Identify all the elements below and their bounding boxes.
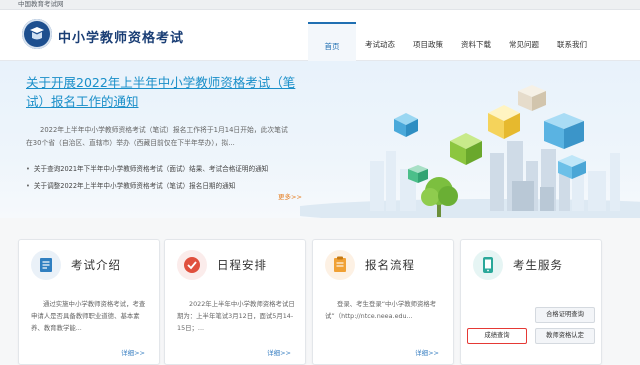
card-title[interactable]: 报名流程	[365, 257, 415, 273]
teacher-certification-button[interactable]: 教师资格认定	[535, 328, 595, 344]
card-more-link[interactable]: 详细>>	[121, 347, 145, 357]
phone-icon	[473, 250, 503, 280]
news-link[interactable]: 关于调整2022年上半年中小学教师资格考试（笔试）报名日期的通知	[26, 178, 298, 195]
card-body: 2022年上半年中小学教师资格考试日期为：上半年笔试3月12日，面试5月14-1…	[177, 300, 295, 332]
city-illustration	[300, 85, 640, 218]
card-title[interactable]: 考生服务	[513, 257, 563, 273]
hero-headline-link[interactable]: 关于开展2022年上半年中小学教师资格考试（笔试）报名工作的通知	[26, 73, 306, 111]
logo-icon[interactable]	[22, 19, 52, 49]
site-network-link[interactable]: 中国教育考试网	[18, 0, 64, 9]
card-schedule: 日程安排 2022年上半年中小学教师资格考试日期为：上半年笔试3月12日，面试5…	[164, 239, 306, 365]
hero-description: 2022年上半年中小学教师资格考试（笔试）报名工作将于1月14日开始，此次笔试在…	[26, 126, 288, 147]
card-body: 通过实施中小学教师资格考试，考查申请人是否具备教师职业道德、基本素养、教育教学能…	[31, 300, 146, 332]
checkmark-icon	[177, 250, 207, 280]
card-exam-intro: 考试介绍 通过实施中小学教师资格考试，考查申请人是否具备教师职业道德、基本素养、…	[18, 239, 160, 365]
header: 中小学教师资格考试 首页 考试动态 项目政策 资料下载 常见问题 联系我们	[0, 10, 640, 72]
card-body: 登录、考生登录“中小学教师资格考试”（http://ntce.neea.edu.…	[325, 300, 437, 320]
card-title[interactable]: 日程安排	[217, 257, 267, 273]
card-title[interactable]: 考试介绍	[71, 257, 121, 273]
card-more-link[interactable]: 详细>>	[415, 347, 439, 357]
site-title[interactable]: 中小学教师资格考试	[58, 27, 184, 46]
score-query-button[interactable]: 成绩查询	[467, 328, 527, 344]
card-candidate-services: 考生服务 合格证明查询 成绩查询 教师资格认定	[460, 239, 602, 365]
card-more-link[interactable]: 详细>>	[267, 347, 291, 357]
top-strip: 中国教育考试网	[0, 0, 640, 10]
info-cards: 考试介绍 通过实施中小学教师资格考试，考查申请人是否具备教师职业道德、基本素养、…	[0, 225, 640, 365]
document-icon	[31, 250, 61, 280]
hero-banner: 关于开展2022年上半年中小学教师资格考试（笔试）报名工作的通知 2022年上半…	[0, 61, 640, 218]
notepad-icon	[325, 250, 355, 280]
hero-news-list: 关于查询2021年下半年中小学教师资格考试（面试）结果、考试合格证明的通知 关于…	[26, 161, 298, 195]
certificate-query-button[interactable]: 合格证明查询	[535, 307, 595, 323]
news-link[interactable]: 关于查询2021年下半年中小学教师资格考试（面试）结果、考试合格证明的通知	[26, 161, 298, 178]
more-news-link[interactable]: 更多>>	[278, 191, 302, 201]
card-registration: 报名流程 登录、考生登录“中小学教师资格考试”（http://ntce.neea…	[312, 239, 454, 365]
